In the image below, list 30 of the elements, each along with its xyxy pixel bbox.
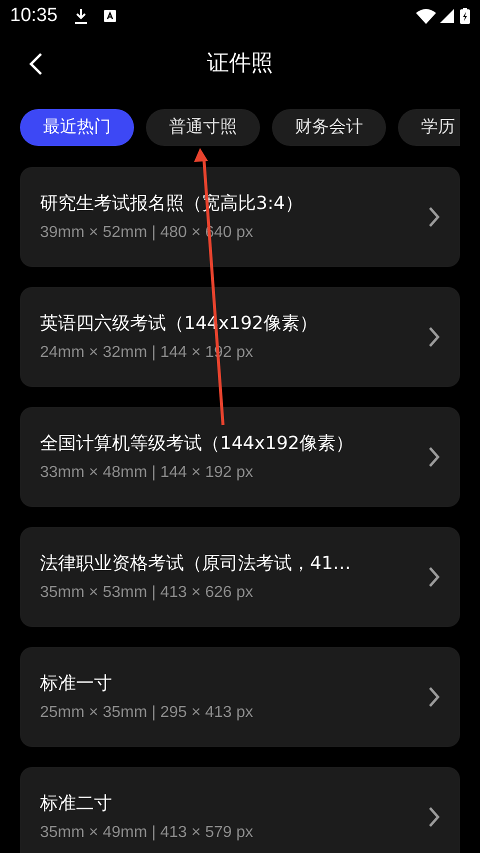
chevron-right-icon xyxy=(428,446,440,468)
card-size: 35mm × 53mm | 413 × 626 px xyxy=(40,582,254,602)
photo-size-card[interactable]: 标准二寸 35mm × 49mm | 413 × 579 px xyxy=(20,767,460,853)
chevron-right-icon xyxy=(428,686,440,708)
download-icon xyxy=(74,8,88,24)
battery-icon xyxy=(460,8,470,24)
card-title: 标准一寸 xyxy=(40,672,113,696)
category-tab[interactable]: 学历 xyxy=(398,109,460,146)
photo-size-card[interactable]: 标准一寸 25mm × 35mm | 295 × 413 px xyxy=(20,647,460,747)
card-size: 33mm × 48mm | 144 × 192 px xyxy=(40,462,254,482)
photo-size-card[interactable]: 全国计算机等级考试（144x192像素） 33mm × 48mm | 144 × 192 px xyxy=(20,407,460,507)
keyboard-icon xyxy=(104,10,116,22)
chevron-right-icon xyxy=(428,806,440,828)
back-icon xyxy=(29,52,43,76)
card-title: 法律职业资格考试（原司法考试，41… xyxy=(40,552,352,576)
chevron-right-icon xyxy=(428,566,440,588)
category-tab[interactable]: 普通寸照 xyxy=(146,109,260,146)
card-title: 标准二寸 xyxy=(40,792,113,816)
card-size: 35mm × 49mm | 413 × 579 px xyxy=(40,822,254,842)
chevron-right-icon xyxy=(428,206,440,228)
chevron-right-icon xyxy=(428,326,440,348)
category-tab[interactable]: 财务会计 xyxy=(272,109,386,146)
card-size: 25mm × 35mm | 295 × 413 px xyxy=(40,702,254,722)
photo-size-card[interactable]: 法律职业资格考试（原司法考试，41… 35mm × 53mm | 413 × 626 px xyxy=(20,527,460,627)
card-title: 全国计算机等级考试（144x192像素） xyxy=(40,432,354,456)
category-tab[interactable]: 最近热门 xyxy=(20,109,134,146)
status-time: 10:35 xyxy=(10,4,58,28)
signal-icon xyxy=(440,9,454,23)
wifi-icon xyxy=(416,8,436,24)
page-title: 证件照 xyxy=(207,50,273,78)
